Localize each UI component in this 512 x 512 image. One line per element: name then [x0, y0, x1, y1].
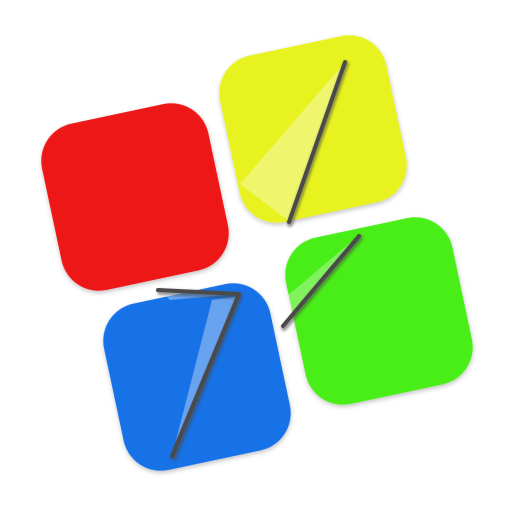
green-tile [285, 217, 473, 405]
logo-tiles [41, 35, 473, 471]
app-logo [41, 35, 473, 471]
red-tile [41, 103, 229, 291]
